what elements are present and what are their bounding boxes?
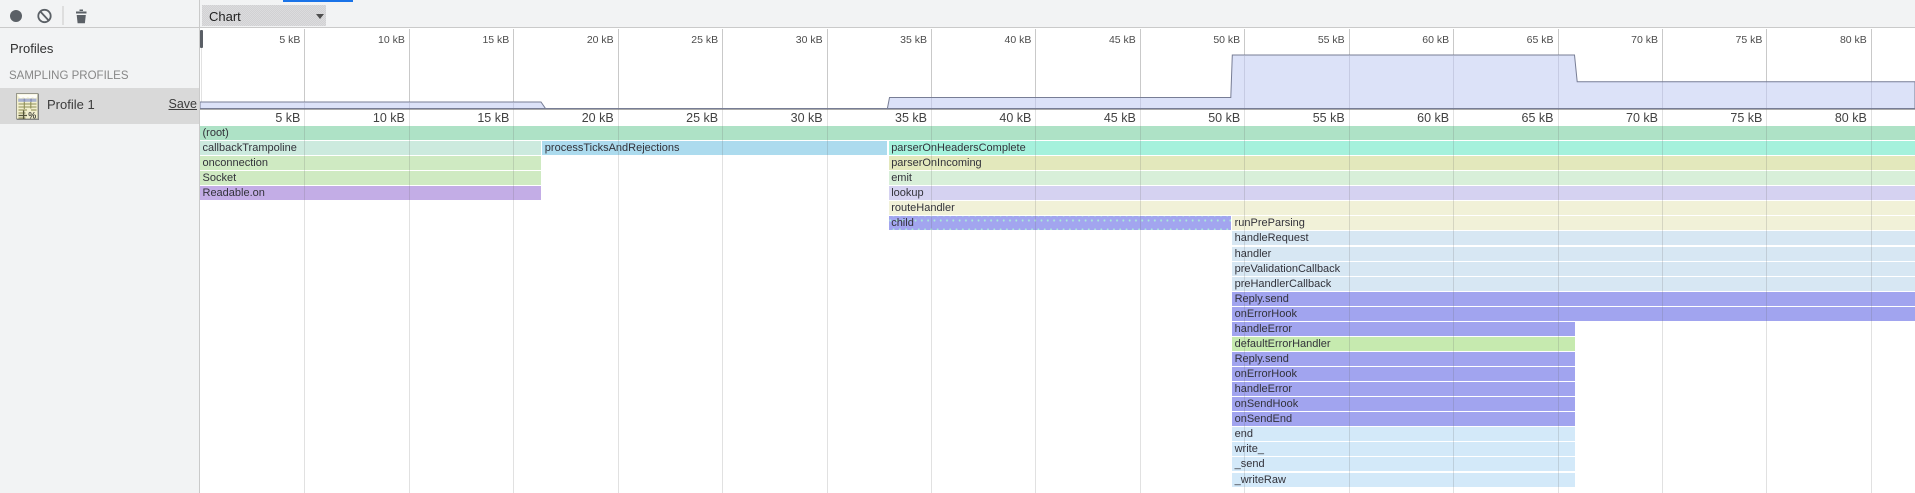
svg-text:%: %: [28, 110, 36, 120]
